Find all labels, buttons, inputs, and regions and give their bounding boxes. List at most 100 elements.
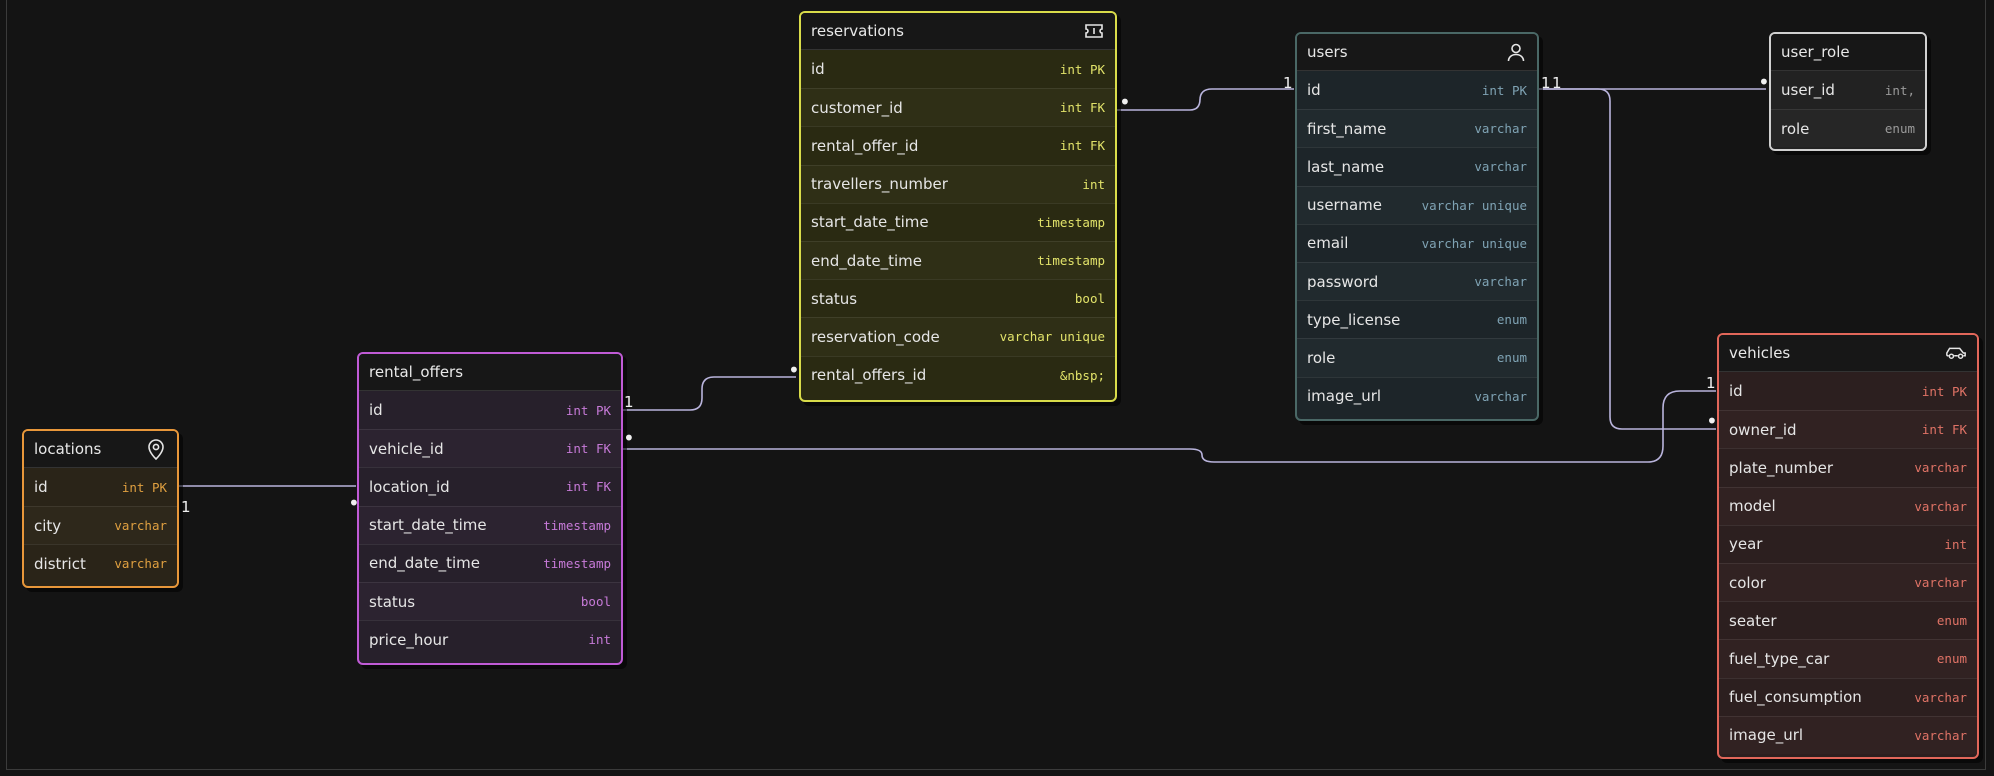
column-row[interactable]: id int PK xyxy=(24,468,177,507)
column-row[interactable]: model varchar xyxy=(1719,486,1977,525)
ticket-icon xyxy=(1083,20,1105,42)
column-row[interactable]: image_url varchar xyxy=(1719,715,1977,754)
column-type: timestamp xyxy=(1037,253,1105,269)
column-row[interactable]: last_name varchar xyxy=(1297,147,1537,186)
column-type: timestamp xyxy=(543,555,611,571)
column-type: int PK xyxy=(1921,383,1967,399)
edge-vehicles-rental-offers[interactable] xyxy=(622,390,1716,463)
table-name: vehicles xyxy=(1729,344,1791,362)
column-row[interactable]: customer_id int FK xyxy=(801,88,1115,127)
column-name: image_url xyxy=(1307,387,1382,406)
table-header[interactable]: reservations xyxy=(801,13,1115,50)
column-row[interactable]: travellers_number int xyxy=(801,164,1115,203)
table-vehicles[interactable]: vehicles id int PK owner_id int FK plate_num… xyxy=(1717,333,1979,759)
column-row[interactable]: id int PK xyxy=(1719,372,1977,411)
column-row[interactable]: username varchar unique xyxy=(1297,185,1537,224)
edge-users-vehicles[interactable] xyxy=(1538,88,1716,430)
column-row[interactable]: reservation_code varchar unique xyxy=(801,317,1115,356)
column-row[interactable]: image_url varchar xyxy=(1297,376,1537,415)
column-row[interactable]: status bool xyxy=(359,581,621,621)
column-name: role xyxy=(1781,119,1810,138)
column-type: varchar xyxy=(1914,498,1967,514)
table-header[interactable]: locations xyxy=(24,431,177,468)
column-row[interactable]: role enum xyxy=(1771,109,1925,148)
column-row[interactable]: owner_id int FK xyxy=(1719,410,1977,449)
column-type: varchar xyxy=(1474,388,1527,404)
table-rows: id int PK first_name varchar last_name varcha… xyxy=(1297,71,1537,415)
column-row[interactable]: status bool xyxy=(801,279,1115,318)
column-row[interactable]: city varchar xyxy=(24,506,177,545)
column-type: int PK xyxy=(1059,61,1105,77)
column-row[interactable]: id int PK xyxy=(359,391,621,430)
table-header[interactable]: vehicles xyxy=(1719,335,1977,372)
column-row[interactable]: location_id int FK xyxy=(359,467,621,506)
car-icon xyxy=(1945,342,1967,364)
column-row[interactable]: seater enum xyxy=(1719,601,1977,640)
column-name: start_date_time xyxy=(369,516,487,535)
column-name: image_url xyxy=(1729,726,1804,745)
column-type: varchar unique xyxy=(1421,197,1527,213)
column-row[interactable]: fuel_type_car enum xyxy=(1719,639,1977,678)
column-row[interactable]: password varchar xyxy=(1297,261,1537,301)
column-name: id xyxy=(34,478,48,497)
column-name: rental_offers_id xyxy=(811,366,927,385)
column-row[interactable]: end_date_time timestamp xyxy=(801,240,1115,280)
column-row[interactable]: rental_offer_id int FK xyxy=(801,126,1115,165)
column-row[interactable]: user_id int, xyxy=(1771,71,1925,110)
cardinality-one: 1 xyxy=(1283,74,1293,92)
column-name: location_id xyxy=(369,477,450,496)
column-row[interactable]: email varchar unique xyxy=(1297,223,1537,262)
edge-users-reservations[interactable] xyxy=(1114,88,1294,111)
column-row[interactable]: end_date_time timestamp xyxy=(359,543,621,582)
table-header[interactable]: rental_offers xyxy=(359,354,621,391)
user-icon xyxy=(1505,41,1527,63)
column-name: year xyxy=(1729,535,1763,554)
column-row[interactable]: color varchar xyxy=(1719,562,1977,602)
column-name: id xyxy=(811,60,825,79)
table-user-role[interactable]: user_role user_id int, role enum xyxy=(1769,32,1927,151)
column-type: enum xyxy=(1936,613,1967,629)
column-type: varchar xyxy=(1474,121,1527,137)
column-name: fuel_type_car xyxy=(1729,649,1830,668)
edge-rental-offers-reservations[interactable] xyxy=(622,376,796,411)
table-header[interactable]: user_role xyxy=(1771,34,1925,71)
column-row[interactable]: plate_number varchar xyxy=(1719,448,1977,487)
cardinality-many: • xyxy=(348,491,360,515)
column-name: end_date_time xyxy=(369,554,480,573)
table-rows: id int PK owner_id int FK plate_number varcha… xyxy=(1719,372,1977,754)
column-row[interactable]: district varchar xyxy=(24,544,177,583)
column-row[interactable]: first_name varchar xyxy=(1297,109,1537,148)
cardinality-one: 1 xyxy=(1706,374,1716,392)
table-users[interactable]: users id int PK first_name varchar last_name… xyxy=(1295,32,1539,421)
column-row[interactable]: role enum xyxy=(1297,338,1537,377)
column-row[interactable]: id int PK xyxy=(1297,71,1537,110)
column-row[interactable]: type_license enum xyxy=(1297,300,1537,339)
column-name: last_name xyxy=(1307,157,1385,176)
table-name: locations xyxy=(34,440,102,458)
column-row[interactable]: fuel_consumption varchar xyxy=(1719,677,1977,716)
table-rental-offers[interactable]: rental_offers id int PK vehicle_id int FK lo… xyxy=(357,352,623,665)
column-row[interactable]: price_hour int xyxy=(359,620,621,659)
column-type: timestamp xyxy=(543,517,611,533)
column-name: owner_id xyxy=(1729,420,1797,439)
column-row[interactable]: start_date_time timestamp xyxy=(359,505,621,544)
column-type: varchar xyxy=(1914,689,1967,705)
column-type: enum xyxy=(1936,651,1967,667)
column-row[interactable]: rental_offers_id &nbsp; xyxy=(801,355,1115,394)
table-locations[interactable]: locations id int PK city varchar district var… xyxy=(22,429,179,588)
column-type: &nbsp; xyxy=(1059,367,1105,383)
cardinality-many: • xyxy=(1706,409,1718,433)
column-name: fuel_consumption xyxy=(1729,688,1862,707)
table-reservations[interactable]: reservations id int PK customer_id int FK re… xyxy=(799,11,1117,402)
column-row[interactable]: id int PK xyxy=(801,50,1115,89)
column-type: varchar xyxy=(1914,575,1967,591)
column-row[interactable]: vehicle_id int FK xyxy=(359,429,621,468)
column-type: int PK xyxy=(121,479,167,495)
table-header[interactable]: users xyxy=(1297,34,1537,71)
cardinality-one: 1 xyxy=(1541,74,1551,92)
column-type: varchar xyxy=(114,556,167,572)
column-row[interactable]: year int xyxy=(1719,524,1977,563)
column-row[interactable]: start_date_time timestamp xyxy=(801,202,1115,241)
table-name: rental_offers xyxy=(369,363,464,381)
cardinality-many: • xyxy=(788,358,800,382)
